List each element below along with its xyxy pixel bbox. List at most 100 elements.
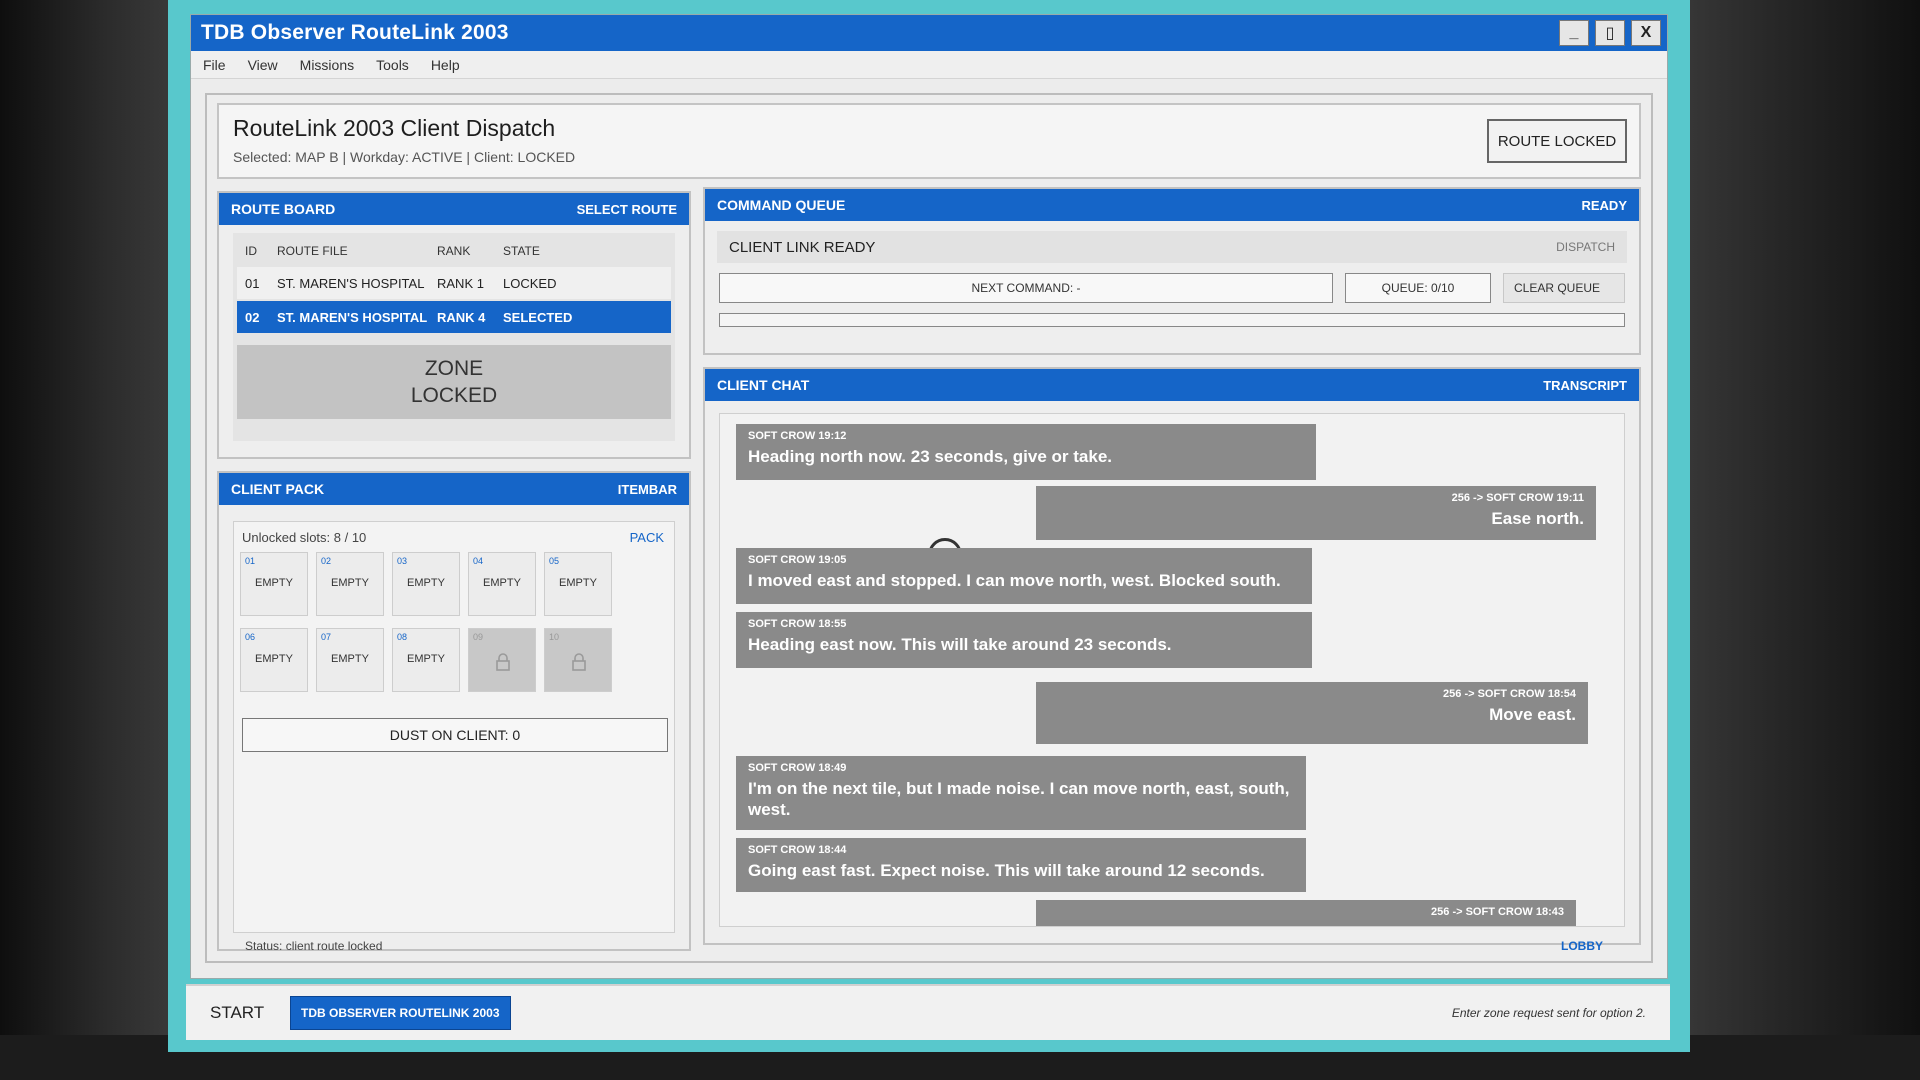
itembar-button[interactable]: ITEMBAR: [618, 482, 677, 497]
menu-file[interactable]: File: [203, 57, 226, 73]
zone-locked-indicator: ZONE LOCKED: [237, 345, 671, 419]
message-meta: SOFT CROW 18:55: [748, 618, 847, 630]
maximize-button[interactable]: ▯: [1595, 20, 1625, 46]
inventory-slot[interactable]: 05 EMPTY: [544, 552, 612, 616]
inventory-slot[interactable]: 03 EMPTY: [392, 552, 460, 616]
close-button[interactable]: X: [1631, 20, 1661, 46]
command-queue-title: COMMAND QUEUE: [717, 197, 846, 213]
slot-label: EMPTY: [331, 577, 369, 589]
message-meta: 256 -> SOFT CROW 19:11: [1451, 492, 1584, 504]
inventory-slot[interactable]: 01 EMPTY: [240, 552, 308, 616]
message-text: Heading east now. This will take around …: [748, 635, 1172, 654]
window-title: TDB Observer RouteLink 2003: [201, 21, 509, 44]
page-title: RouteLink 2003 Client Dispatch: [233, 115, 556, 141]
taskbar-app-button[interactable]: TDB OBSERVER ROUTELINK 2003: [290, 996, 511, 1030]
route-board-header: ROUTE BOARD SELECT ROUTE: [219, 193, 689, 225]
route-rank: RANK 4: [437, 309, 486, 325]
next-command-field: NEXT COMMAND: -: [719, 273, 1333, 303]
transcript-button[interactable]: TRANSCRIPT: [1543, 378, 1627, 393]
title-bar[interactable]: TDB Observer RouteLink 2003 _ ▯ X: [191, 15, 1667, 51]
status-bar: Status: client route locked LOBBY: [231, 933, 1617, 959]
pack-link[interactable]: PACK: [630, 530, 664, 545]
menu-help[interactable]: Help: [431, 57, 460, 73]
dispatch-button[interactable]: DISPATCH: [1556, 240, 1615, 254]
slot-number: 04: [473, 556, 484, 566]
slot-number: 10: [549, 632, 560, 642]
unlocked-slots-label: Unlocked slots: 8 / 10: [242, 530, 367, 545]
dust-counter: DUST ON CLIENT: 0: [242, 718, 668, 752]
client-link-bar: CLIENT LINK READY DISPATCH: [717, 231, 1627, 263]
slot-number: 02: [321, 556, 332, 566]
monitor-bezel-left: [0, 0, 175, 1080]
menu-bar: File View Missions Tools Help: [191, 51, 1667, 79]
zone-locked-line2: LOCKED: [410, 384, 498, 407]
lobby-link[interactable]: LOBBY: [1561, 939, 1603, 953]
dispatch-content: RouteLink 2003 Client Dispatch Selected:…: [205, 93, 1653, 963]
queue-progress-bar: [719, 313, 1625, 327]
chat-log[interactable]: SOFT CROW 19:12 Heading north now. 23 se…: [719, 413, 1625, 927]
inventory-slot[interactable]: 08 EMPTY: [392, 628, 460, 692]
inventory-slot[interactable]: 06 EMPTY: [240, 628, 308, 692]
lock-icon: [572, 653, 586, 671]
chat-message-incoming: SOFT CROW 18:44 Going east fast. Expect …: [736, 838, 1306, 892]
command-queue-status: READY: [1581, 197, 1627, 213]
slot-label: EMPTY: [483, 577, 521, 589]
route-locked-button[interactable]: ROUTE LOCKED: [1487, 119, 1627, 163]
inventory-slot[interactable]: 07 EMPTY: [316, 628, 384, 692]
slot-label: EMPTY: [331, 653, 369, 665]
message-text: I moved east and stopped. I can move nor…: [748, 571, 1281, 590]
table-row-selected[interactable]: 02 ST. MAREN'S HOSPITAL RANK 4 SELECTED: [237, 301, 671, 333]
menu-tools[interactable]: Tools: [376, 57, 409, 73]
select-route-button[interactable]: SELECT ROUTE: [577, 202, 677, 217]
route-id: 02: [245, 309, 260, 325]
table-row[interactable]: 01 ST. MAREN'S HOSPITAL RANK 1 LOCKED: [237, 267, 671, 299]
menu-view[interactable]: View: [248, 57, 278, 73]
slot-label: EMPTY: [407, 653, 445, 665]
route-board-title: ROUTE BOARD: [231, 201, 336, 217]
slot-label: EMPTY: [255, 577, 293, 589]
chat-message-outgoing: 256 -> SOFT CROW 19:11 Ease north.: [1036, 486, 1596, 540]
minimize-button[interactable]: _: [1559, 20, 1589, 46]
clear-queue-button[interactable]: CLEAR QUEUE: [1503, 273, 1625, 303]
client-chat-title: CLIENT CHAT: [717, 377, 810, 393]
message-meta: SOFT CROW 19:05: [748, 554, 847, 566]
message-text: Ease north.: [1491, 509, 1584, 528]
start-button[interactable]: START: [210, 1003, 282, 1023]
route-state: SELECTED: [503, 309, 573, 325]
status-text: Status: client route locked: [245, 939, 383, 953]
route-board-panel: ROUTE BOARD SELECT ROUTE ID ROUTE FILE R…: [217, 191, 691, 459]
chat-message-incoming: SOFT CROW 18:49 I'm on the next tile, bu…: [736, 756, 1306, 830]
message-text: Heading north now. 23 seconds, give or t…: [748, 447, 1113, 466]
message-text: I'm on the next tile, but I made noise. …: [748, 779, 1290, 819]
dispatch-header: RouteLink 2003 Client Dispatch Selected:…: [217, 103, 1641, 179]
client-pack-header: CLIENT PACK ITEMBAR: [219, 473, 689, 505]
route-file: ST. MAREN'S HOSPITAL: [277, 309, 428, 325]
slot-label: EMPTY: [407, 577, 445, 589]
client-chat-header: CLIENT CHAT TRANSCRIPT: [705, 369, 1639, 401]
route-id: 01: [245, 275, 260, 291]
message-text: Going east fast. Expect noise. This will…: [748, 861, 1265, 880]
message-meta: 256 -> SOFT CROW 18:54: [1443, 688, 1576, 700]
client-chat-panel: CLIENT CHAT TRANSCRIPT SOFT CROW 19:12 H…: [703, 367, 1641, 945]
inventory-slot[interactable]: 04 EMPTY: [468, 552, 536, 616]
monitor-bezel-right: [1650, 0, 1920, 1080]
menu-missions[interactable]: Missions: [300, 57, 354, 73]
inventory-slot-locked: 09: [468, 628, 536, 692]
slot-number: 05: [549, 556, 560, 566]
chat-message-outgoing: 256 -> SOFT CROW 18:43: [1036, 900, 1576, 926]
slot-number: 01: [245, 556, 256, 566]
route-state: LOCKED: [503, 275, 557, 291]
column-header-id: ID: [245, 244, 257, 258]
slot-number: 06: [245, 632, 256, 642]
slot-label: EMPTY: [255, 653, 293, 665]
client-pack-title: CLIENT PACK: [231, 481, 325, 497]
route-table-header: ID ROUTE FILE RANK STATE: [237, 235, 671, 267]
inventory-slot[interactable]: 02 EMPTY: [316, 552, 384, 616]
message-meta: 256 -> SOFT CROW 18:43: [1431, 906, 1564, 918]
message-meta: SOFT CROW 18:44: [748, 844, 847, 856]
column-header-route-file: ROUTE FILE: [277, 244, 348, 258]
message-meta: SOFT CROW 18:49: [748, 762, 847, 774]
command-queue-header: COMMAND QUEUE READY: [705, 189, 1639, 221]
client-link-status: CLIENT LINK READY: [729, 238, 876, 256]
route-file: ST. MAREN'S HOSPITAL: [277, 275, 425, 291]
